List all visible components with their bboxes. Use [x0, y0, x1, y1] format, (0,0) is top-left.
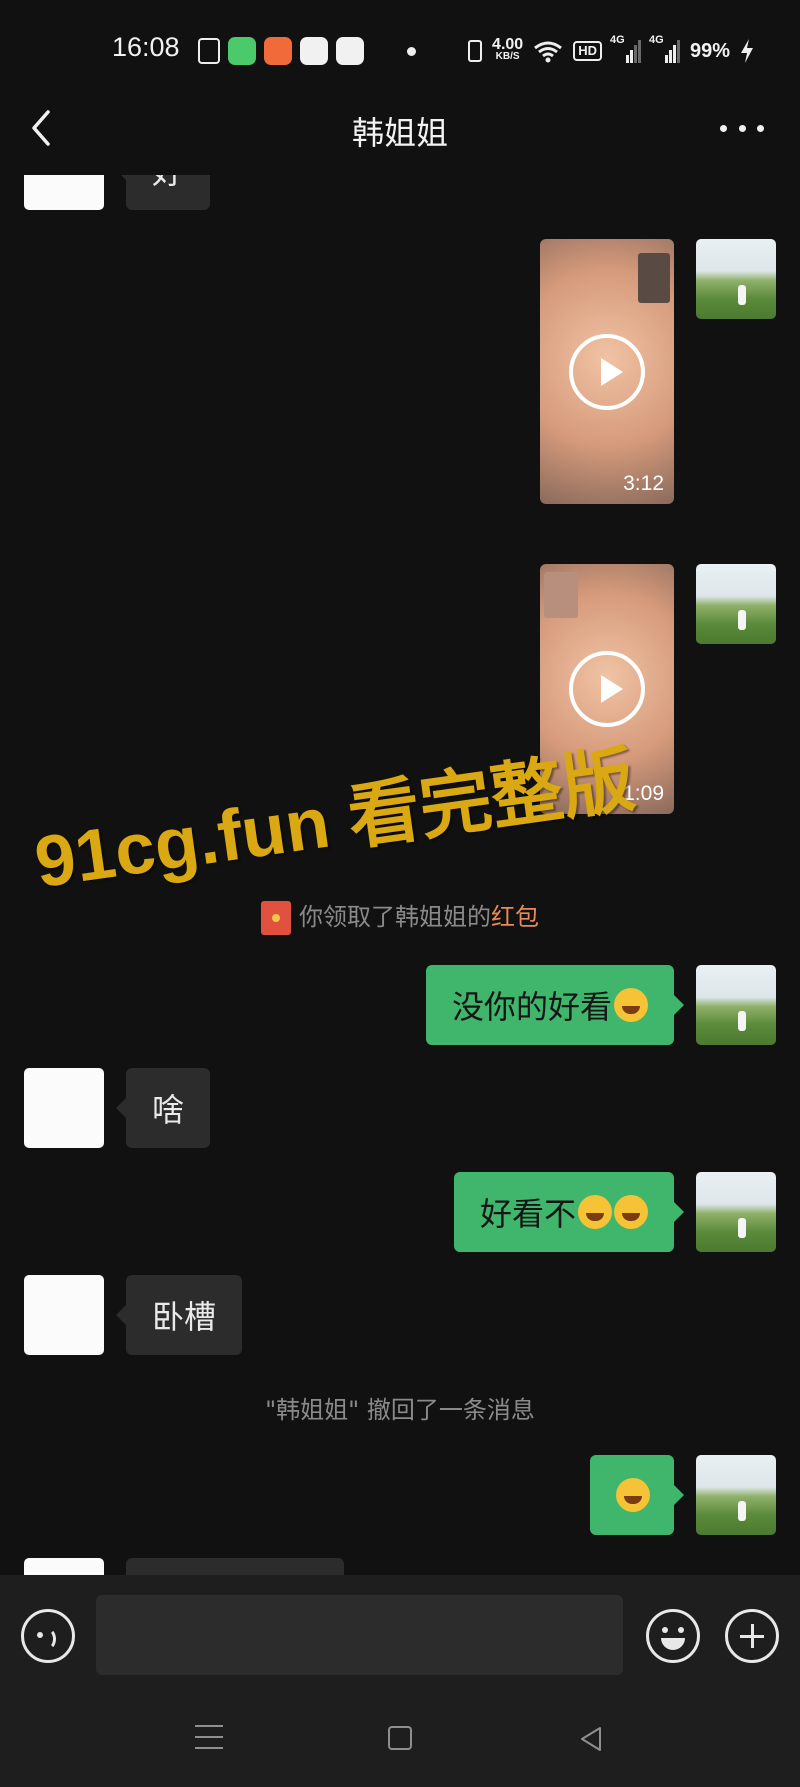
message-text: 没你的好看: [451, 988, 612, 1026]
more-dots-icon[interactable]: [720, 108, 764, 148]
battery-level: 99%: [689, 39, 730, 62]
laughing-tears-emoji-icon: [578, 1195, 612, 1229]
my-avatar[interactable]: [696, 564, 776, 644]
incoming-message[interactable]: 卧槽: [115, 1275, 243, 1355]
signal-icon-sim2: 4G: [649, 34, 680, 63]
grin-emoji-icon: [614, 988, 648, 1022]
red-packet-link[interactable]: 红包: [491, 903, 539, 931]
home-icon[interactable]: [388, 1726, 412, 1750]
notification-dot: [407, 47, 416, 56]
contact-avatar[interactable]: [24, 1275, 104, 1355]
network-speed-value: 4.00: [492, 36, 524, 53]
network-speed: 4.00 KB/S: [492, 36, 524, 63]
sim2-label: 4G: [648, 33, 664, 46]
message-input[interactable]: [96, 1595, 623, 1675]
chat-header: 韩姐姐: [0, 100, 800, 158]
chat-title: 韩姐姐: [351, 114, 448, 152]
recent-apps-icon[interactable]: [195, 1725, 223, 1749]
red-packet-notice: 你领取了韩姐姐的红包: [0, 897, 800, 935]
status-time: 16:08: [112, 32, 180, 62]
laughing-tears-emoji-icon: [614, 1195, 648, 1229]
emoji-icon[interactable]: [646, 1609, 700, 1663]
input-bar: [0, 1575, 800, 1697]
outgoing-message[interactable]: [590, 1455, 684, 1535]
nav-back-icon[interactable]: [578, 1725, 604, 1753]
plus-icon[interactable]: [725, 1609, 779, 1663]
contact-avatar[interactable]: [24, 175, 104, 210]
red-packet-icon: [261, 901, 291, 935]
tiktok-icon: [198, 38, 220, 64]
sim1-label: 4G: [609, 33, 625, 46]
play-icon[interactable]: [569, 651, 645, 727]
video-duration: 3:12: [623, 472, 664, 495]
network-speed-unit: KB/S: [495, 51, 520, 62]
message-list[interactable]: 好 3:12 1:09 91cg.fun 看完整版 你领取了韩姐姐的红包 没你的…: [0, 175, 800, 1575]
message-text: 卧槽: [152, 1298, 217, 1336]
play-icon[interactable]: [569, 333, 645, 410]
signal-icon-sim1: 4G: [610, 34, 641, 63]
orange-app-icon: [264, 37, 292, 65]
contact-avatar[interactable]: [24, 1068, 104, 1148]
wifi-icon: [534, 41, 563, 63]
incoming-message[interactable]: [126, 1558, 344, 1575]
hd-badge: HD: [573, 41, 602, 61]
message-text: 啥: [152, 1091, 185, 1129]
incoming-message[interactable]: 啥: [115, 1068, 211, 1148]
video-app-icon: [336, 37, 364, 65]
video-thumbnail-inset: [544, 572, 578, 618]
recall-notice: "韩姐姐" 撤回了一条消息: [265, 1396, 535, 1424]
incoming-message[interactable]: 好: [115, 175, 211, 210]
laughing-tears-emoji-icon: [616, 1478, 650, 1512]
green-app-icon: [228, 37, 256, 65]
status-right: 4.00 KB/S HD 4G 4G 99%: [468, 34, 754, 68]
watermark-overlay: 91cg.fun 看完整版: [30, 739, 640, 904]
voice-icon[interactable]: [21, 1609, 75, 1663]
video-thumbnail-inset: [638, 253, 670, 303]
my-avatar[interactable]: [696, 1455, 776, 1535]
message-text: 好: [152, 175, 184, 193]
vibrate-icon: [468, 40, 483, 62]
my-avatar[interactable]: [696, 1172, 776, 1252]
outgoing-message[interactable]: 没你的好看: [425, 965, 685, 1045]
my-avatar[interactable]: [696, 965, 776, 1045]
system-nav-bar: [0, 1697, 800, 1787]
message-text: 好看不: [479, 1195, 576, 1233]
outgoing-message[interactable]: 好看不: [453, 1172, 685, 1252]
my-avatar[interactable]: [696, 239, 776, 319]
contact-avatar[interactable]: [24, 1558, 104, 1575]
video-message[interactable]: 3:12: [540, 239, 674, 504]
notification-icons: [198, 36, 364, 66]
charging-icon: [741, 39, 753, 63]
wallet-app-icon: [300, 37, 328, 65]
red-packet-text: 你领取了韩姐姐的: [299, 903, 491, 931]
status-bar: 16:08 4.00 KB/S HD 4G 4G 99%: [0, 0, 800, 100]
